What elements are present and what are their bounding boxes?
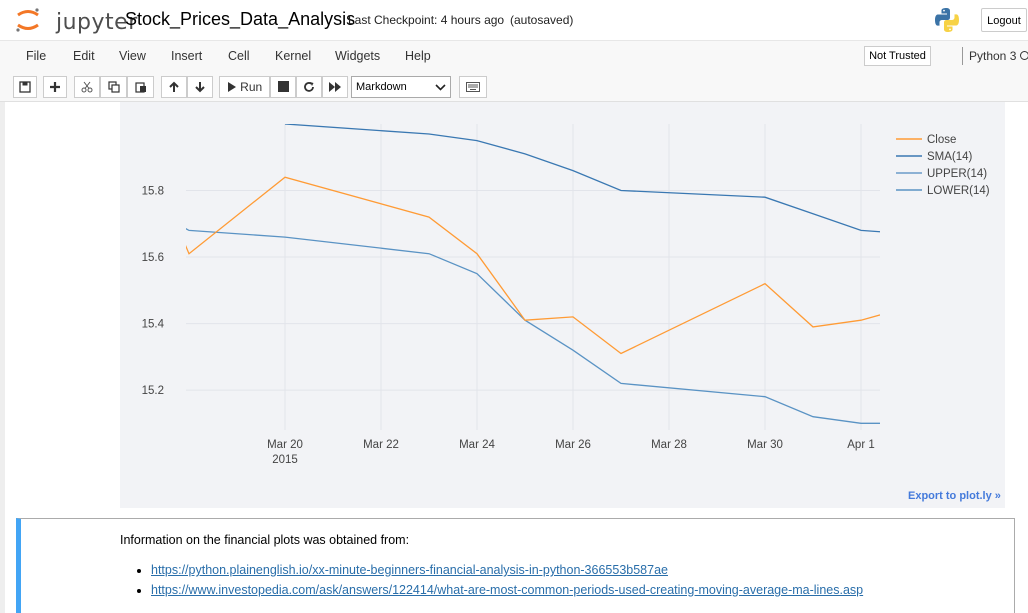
- menu-widgets[interactable]: Widgets: [335, 49, 380, 63]
- legend-label: Close: [927, 134, 956, 146]
- y-tick-label: 15.6: [142, 252, 164, 264]
- series-line-sma-14: [284, 124, 880, 233]
- run-button[interactable]: Run: [219, 76, 270, 98]
- plotly-chart[interactable]: Mar 20 Mar 22 Mar 24 Mar 26 Mar 28 Mar 30 Apr …: [120, 102, 1005, 508]
- x-tick-label: Mar 24: [459, 439, 495, 451]
- logout-button[interactable]: Logout: [981, 8, 1027, 32]
- move-down-button[interactable]: [187, 76, 213, 98]
- python-logo-icon: [935, 8, 959, 33]
- menu-view[interactable]: View: [119, 49, 146, 63]
- legend-label: LOWER(14): [927, 185, 990, 197]
- kernel-separator: [962, 47, 963, 65]
- menubar: File Edit View Insert Cell Kernel Widget…: [0, 40, 1028, 70]
- x-tick-label: Apr 1: [847, 439, 875, 451]
- menu-insert[interactable]: Insert: [171, 49, 202, 63]
- arrow-down-icon: [195, 82, 205, 93]
- x-tick-label: Mar 26: [555, 439, 591, 451]
- stop-icon: [277, 81, 289, 92]
- menu-cell[interactable]: Cell: [228, 49, 250, 63]
- legend-label: SMA(14): [927, 151, 973, 163]
- arrow-up-icon: [169, 81, 179, 92]
- cell-type-value: Markdown: [356, 81, 407, 93]
- menu-edit[interactable]: Edit: [73, 49, 95, 63]
- restart-button[interactable]: [296, 76, 322, 98]
- menu-file[interactable]: File: [26, 49, 46, 63]
- move-up-button[interactable]: [161, 76, 187, 98]
- x-tick-label: Mar 30: [747, 439, 783, 451]
- toolbar: Run Markdown: [0, 70, 1028, 102]
- kernel-name: Python 3: [969, 49, 1017, 63]
- checkpoint-status: Last Checkpoint: 4 hours ago: [348, 13, 505, 27]
- y-tick-label: 15.8: [142, 186, 164, 198]
- interrupt-button[interactable]: [270, 76, 296, 98]
- menu-help[interactable]: Help: [405, 49, 431, 63]
- list-item: https://www.investopedia.com/ask/answers…: [151, 583, 863, 597]
- kernel-idle-icon: [1020, 51, 1028, 60]
- list-item: https://python.plainenglish.io/xx-minute…: [151, 563, 863, 577]
- run-label: Run: [240, 80, 263, 94]
- cell-type-select[interactable]: Markdown: [351, 76, 451, 98]
- keyboard-icon: [466, 82, 480, 92]
- command-palette-button[interactable]: [459, 76, 487, 98]
- x-tick-label: Mar 20: [267, 439, 303, 451]
- markdown-cell[interactable]: Information on the financial plots was o…: [16, 518, 1015, 613]
- source-link[interactable]: https://www.investopedia.com/ask/answers…: [151, 583, 863, 597]
- x-tick-label: Mar 22: [363, 439, 399, 451]
- notebook-header: jupyter Stock_Prices_Data_Analysis Last …: [0, 0, 1028, 40]
- run-all-button[interactable]: [322, 76, 348, 98]
- paste-button[interactable]: [127, 76, 154, 98]
- cut-button[interactable]: [74, 76, 100, 98]
- save-button[interactable]: [13, 76, 37, 98]
- y-tick-label: 15.2: [142, 385, 164, 397]
- menu-kernel[interactable]: Kernel: [275, 49, 311, 63]
- series-line-close: [186, 176, 880, 355]
- plus-icon: [50, 82, 60, 92]
- x-tick-label: Mar 28: [651, 439, 687, 451]
- y-tick-label: 15.4: [142, 319, 165, 331]
- source-link[interactable]: https://python.plainenglish.io/xx-minute…: [151, 563, 668, 577]
- copy-button[interactable]: [100, 76, 127, 98]
- jupyter-logo-icon: [16, 8, 39, 32]
- autosave-status: (autosaved): [510, 13, 574, 27]
- copy-icon: [107, 81, 120, 93]
- link-list: https://python.plainenglish.io/xx-minute…: [133, 563, 863, 603]
- jupyter-logo[interactable]: jupyter: [14, 6, 137, 35]
- notebook-title[interactable]: Stock_Prices_Data_Analysis: [125, 9, 355, 30]
- legend-label: UPPER(14): [927, 168, 987, 180]
- restart-icon: [304, 82, 314, 92]
- play-icon: [227, 82, 236, 92]
- output-plot[interactable]: Mar 20 Mar 22 Mar 24 Mar 26 Mar 28 Mar 30 Apr …: [120, 102, 1005, 508]
- cut-icon: [81, 81, 93, 93]
- markdown-intro: Information on the financial plots was o…: [120, 533, 410, 547]
- export-plotly-link[interactable]: Export to plot.ly »: [908, 490, 1001, 502]
- save-icon: [19, 81, 31, 93]
- fast-forward-icon: [329, 82, 341, 92]
- paste-icon: [134, 82, 146, 93]
- insert-cell-button[interactable]: [43, 76, 67, 98]
- x-tick-sublabel: 2015: [272, 454, 298, 466]
- chevron-down-icon: [435, 84, 446, 91]
- trust-status-button[interactable]: Not Trusted: [864, 46, 931, 66]
